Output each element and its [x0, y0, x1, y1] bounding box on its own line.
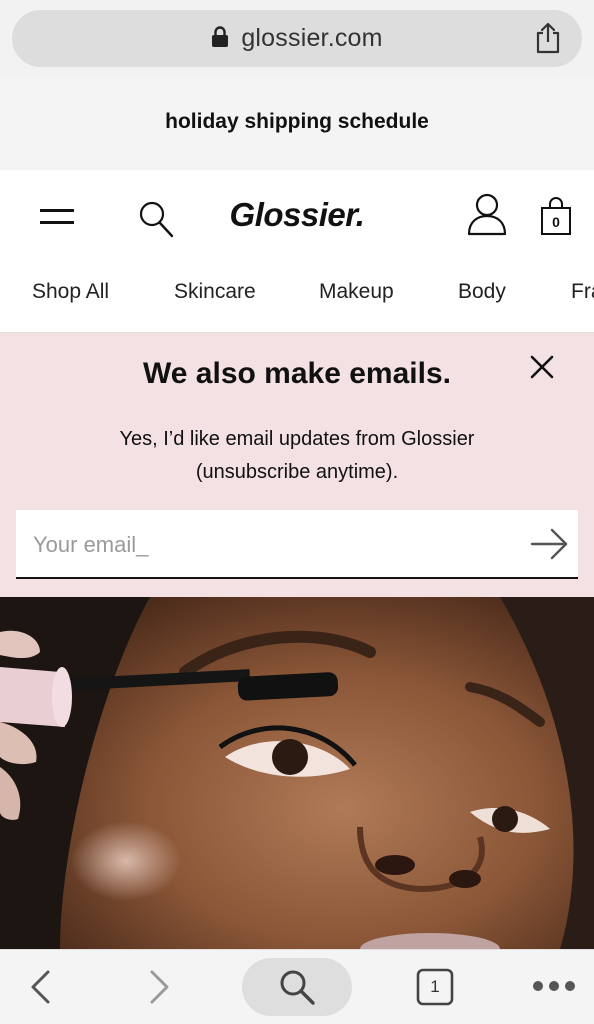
- hero-image[interactable]: [0, 597, 594, 949]
- arrow-right-icon[interactable]: [530, 526, 570, 562]
- nav-item-makeup[interactable]: Makeup: [319, 280, 394, 304]
- account-icon[interactable]: [466, 192, 508, 236]
- announcement-text[interactable]: holiday shipping schedule: [0, 110, 594, 134]
- more-dots-icon[interactable]: [532, 980, 576, 992]
- announcement-bar[interactable]: holiday shipping schedule: [0, 78, 594, 170]
- nav-item-skincare[interactable]: Skincare: [174, 280, 256, 304]
- shopping-bag-button[interactable]: 0: [540, 196, 572, 236]
- search-icon: [280, 970, 315, 1005]
- signup-title: We also make emails.: [143, 357, 451, 390]
- page: glossier.com holiday shipping schedule G…: [0, 0, 594, 1024]
- email-field[interactable]: [31, 510, 515, 579]
- signup-description-line-2: (unsubscribe anytime).: [195, 461, 399, 483]
- lock-icon: [212, 26, 229, 47]
- signup-description: Yes, I’d like email updates from Glossie…: [60, 423, 534, 489]
- tabs-count: 1: [430, 977, 440, 996]
- chevron-right-icon[interactable]: [146, 968, 172, 1006]
- email-signup-banner: We also make emails. Yes, I’d like email…: [0, 333, 594, 597]
- hero-photo-mascara: [0, 597, 594, 949]
- email-field-container: [16, 510, 578, 579]
- share-icon[interactable]: [534, 22, 562, 54]
- close-icon[interactable]: [528, 353, 556, 381]
- browser-address-area: glossier.com: [0, 0, 594, 78]
- chevron-left-icon[interactable]: [28, 968, 54, 1006]
- nav-item-shop-all[interactable]: Shop All: [32, 280, 109, 304]
- toolbar-search-button[interactable]: [242, 958, 352, 1016]
- url-text: glossier.com: [241, 24, 383, 52]
- glossier-logo[interactable]: Glossier.: [200, 196, 394, 234]
- nav-item-fragrance[interactable]: Fra: [571, 280, 594, 304]
- hamburger-menu-icon[interactable]: [40, 206, 74, 228]
- category-nav: Shop All Skincare Makeup Body Fra: [0, 262, 594, 333]
- nav-item-body[interactable]: Body: [458, 280, 506, 304]
- address-bar[interactable]: glossier.com: [12, 10, 582, 67]
- bag-count: 0: [552, 214, 560, 230]
- tabs-button[interactable]: 1: [416, 968, 454, 1006]
- search-icon[interactable]: [138, 200, 174, 238]
- url-display[interactable]: glossier.com: [12, 24, 582, 53]
- signup-description-line-1: Yes, I’d like email updates from Glossie…: [119, 428, 475, 450]
- browser-toolbar: 1: [0, 949, 594, 1024]
